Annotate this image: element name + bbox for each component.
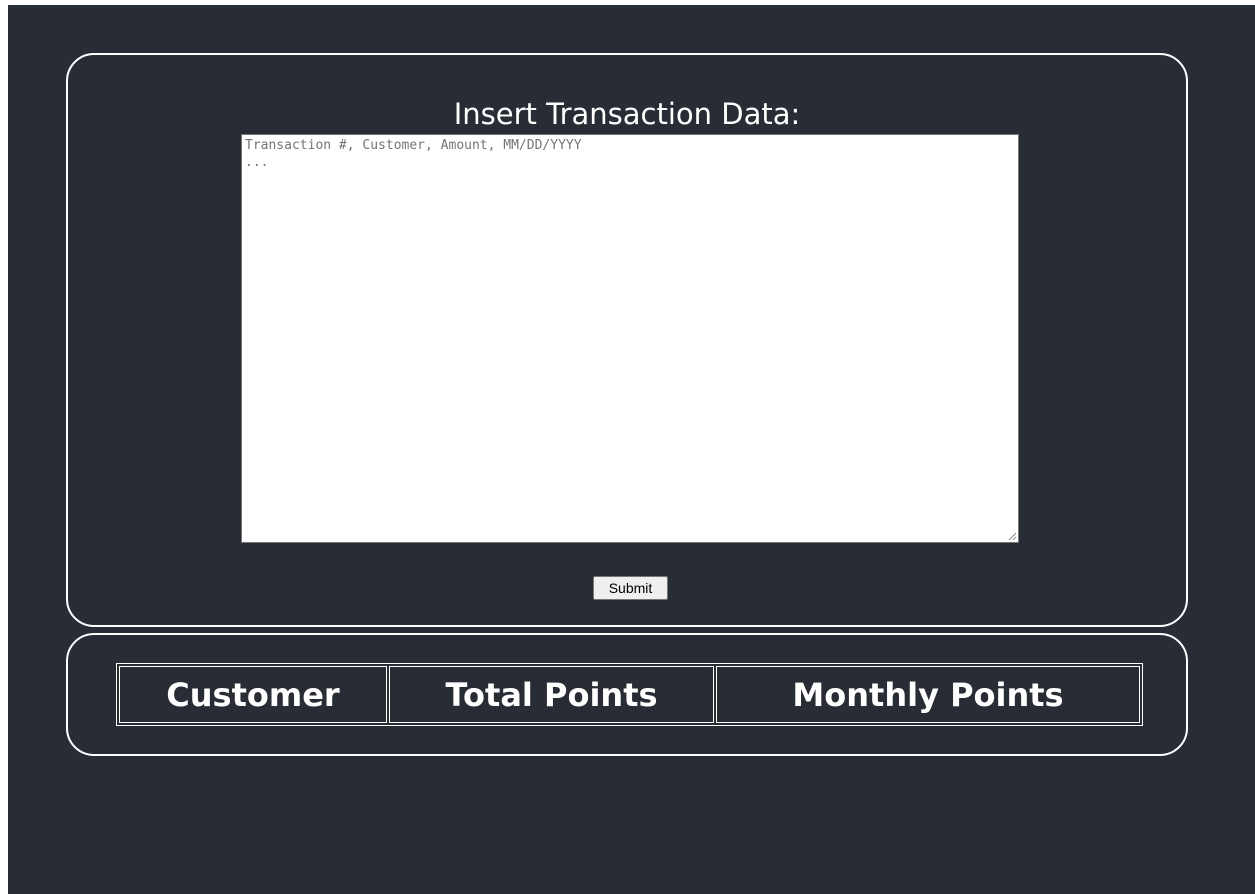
transaction-data-textarea[interactable] [241,134,1019,543]
results-table: Customer Total Points Monthly Points [116,663,1143,726]
column-header-customer: Customer [119,666,387,723]
column-header-monthly-points: Monthly Points [716,666,1140,723]
page-title: Insert Transaction Data: [453,97,801,131]
submit-button[interactable]: Submit [593,576,668,600]
transaction-input-panel: Insert Transaction Data: Submit [66,53,1188,627]
app-container: Insert Transaction Data: Submit Customer… [8,5,1255,894]
column-header-total-points: Total Points [389,666,714,723]
results-panel: Customer Total Points Monthly Points [66,633,1188,756]
